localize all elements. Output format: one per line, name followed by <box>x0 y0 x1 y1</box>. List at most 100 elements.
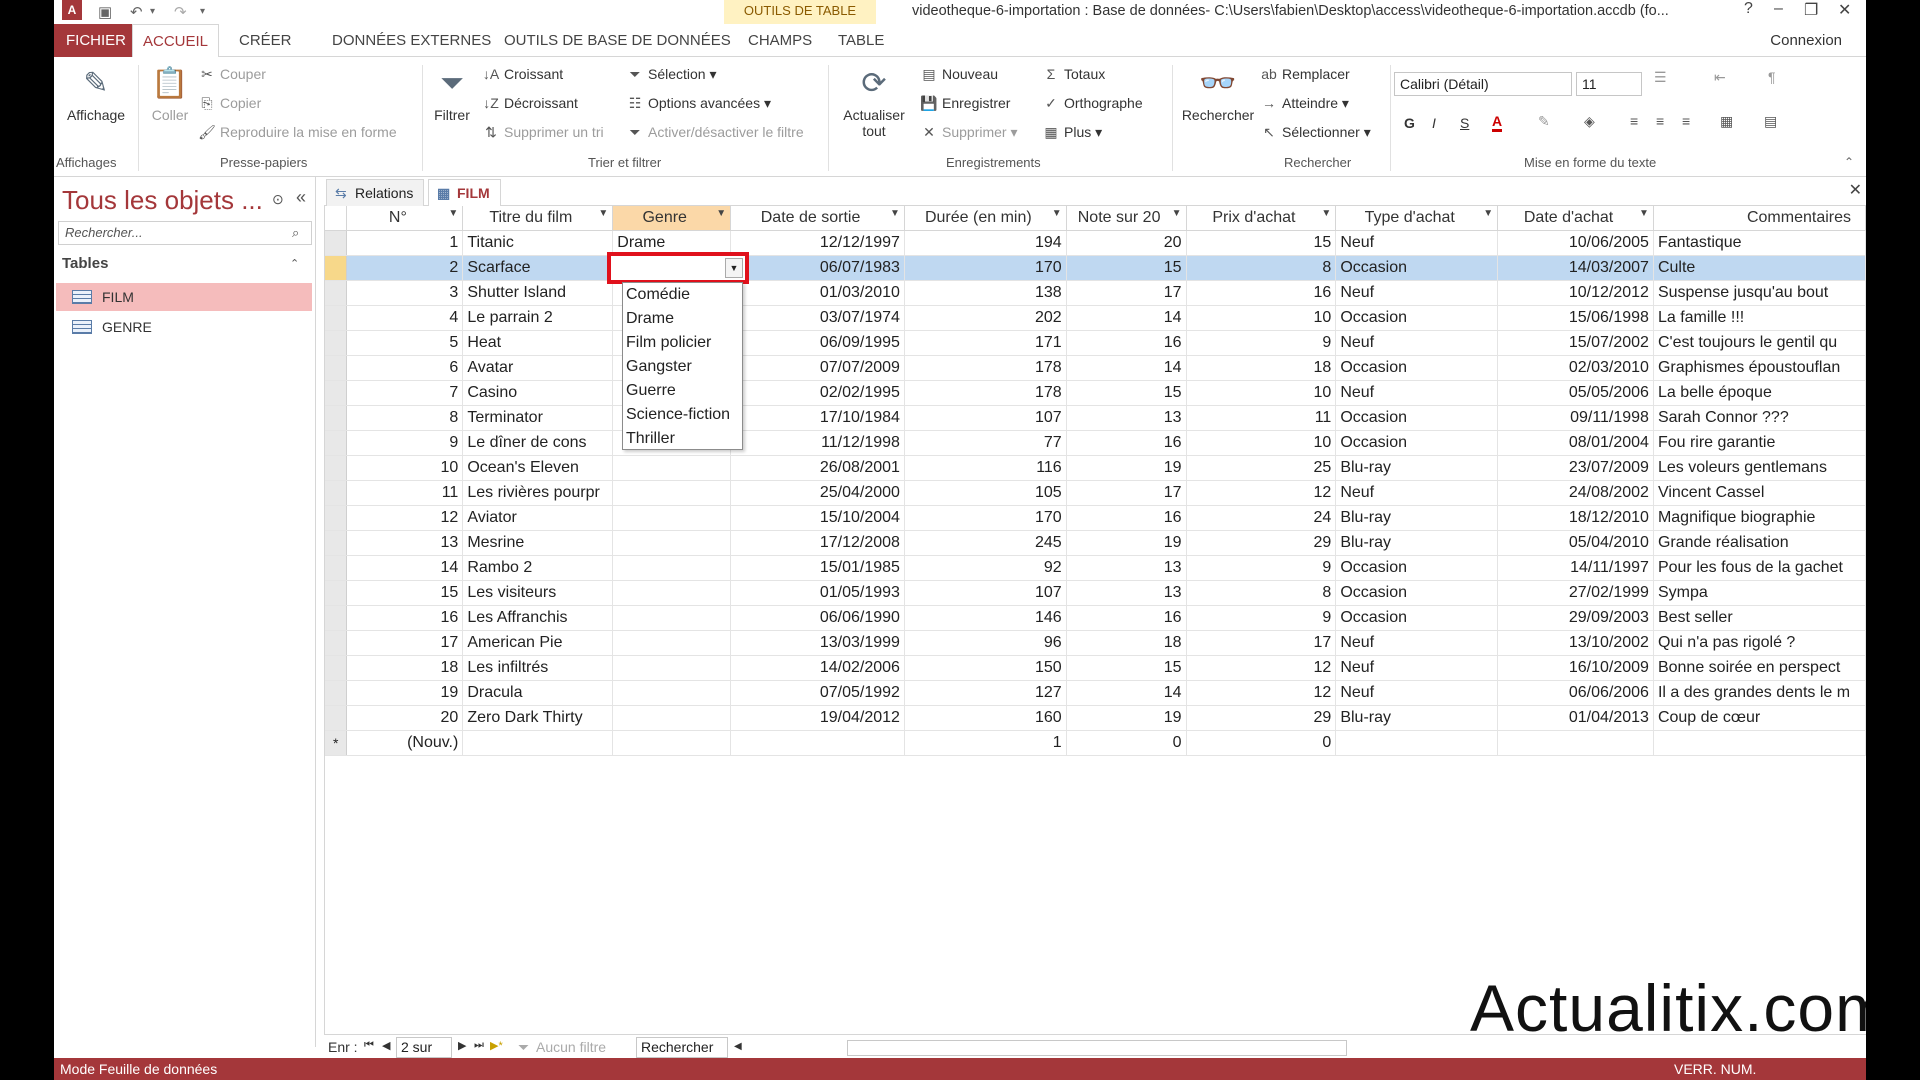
cell-date-sortie[interactable]: 02/02/1995 <box>730 380 905 406</box>
cell-type-achat[interactable]: Neuf <box>1335 480 1499 506</box>
cell-date-achat[interactable]: 15/07/2002 <box>1497 330 1654 356</box>
cell-id[interactable]: 12 <box>346 505 464 531</box>
cell-id[interactable]: 16 <box>346 605 464 631</box>
close-window-icon[interactable]: ✕ <box>1838 0 1851 20</box>
gridlines-icon[interactable]: ▦ <box>1720 113 1733 130</box>
cell-date-sortie[interactable]: 06/06/1990 <box>730 605 905 631</box>
cell-commentaires[interactable]: Vincent Cassel <box>1653 480 1866 506</box>
cell-titre[interactable]: Le dîner de cons <box>462 430 614 456</box>
cell-commentaires[interactable]: Culte <box>1653 255 1866 281</box>
cell-note[interactable]: 15 <box>1066 380 1187 406</box>
table-row[interactable]: 12 Aviator 15/10/2004 170 16 24 Blu-ray 18/12/2… <box>325 505 1866 531</box>
cell-date-sortie[interactable]: 07/07/2009 <box>730 355 905 381</box>
cell-date-sortie[interactable]: 06/09/1995 <box>730 330 905 356</box>
dropdown-option[interactable]: Gangster <box>623 355 742 379</box>
record-search-input[interactable]: Rechercher <box>636 1037 728 1058</box>
cell-prix[interactable]: 12 <box>1186 655 1337 681</box>
chevron-down-icon[interactable]: ▼ <box>1052 208 1062 219</box>
copier-button[interactable]: ⎘ Copier <box>198 95 261 112</box>
table-row[interactable]: 11 Les rivières pourpr 25/04/2000 105 17 12 Ne… <box>325 480 1866 506</box>
chevron-down-icon[interactable]: ▼ <box>716 208 726 219</box>
cell-id[interactable]: 13 <box>346 530 464 556</box>
nav-menu-chevron-icon[interactable]: ⊙ <box>272 191 284 208</box>
row-selector[interactable] <box>325 705 348 731</box>
cell-type-achat[interactable]: Neuf <box>1335 280 1499 306</box>
chevron-down-icon[interactable]: ▼ <box>1321 208 1331 219</box>
options-avancees-button[interactable]: ☷ Options avancées ▾ <box>626 95 771 112</box>
cell-note[interactable]: 14 <box>1066 355 1187 381</box>
cell-duree[interactable]: 160 <box>904 705 1067 731</box>
cell-genre[interactable] <box>612 505 732 531</box>
font-size-select[interactable]: 11 <box>1576 72 1642 96</box>
table-row[interactable]: 20 Zero Dark Thirty 19/04/2012 160 19 29 Blu-r… <box>325 705 1866 731</box>
cell-note[interactable]: 15 <box>1066 255 1187 281</box>
cell-date-achat[interactable]: 05/04/2010 <box>1497 530 1654 556</box>
combo-dropdown-button[interactable]: ▼ <box>725 258 743 278</box>
first-record-icon[interactable]: ⏮ <box>364 1039 374 1052</box>
cell-date-sortie[interactable]: 17/10/1984 <box>730 405 905 431</box>
selection-button[interactable]: ⏷ Sélection ▾ <box>626 66 716 83</box>
cell-id[interactable]: 3 <box>346 280 464 306</box>
decroissant-button[interactable]: ↓Z Décroissant <box>482 95 578 111</box>
col-header-id[interactable]: N° ▼ <box>346 206 464 231</box>
row-selector[interactable] <box>325 480 348 506</box>
row-selector[interactable] <box>325 655 348 681</box>
cell-genre[interactable] <box>612 580 732 606</box>
cell-genre[interactable] <box>612 705 732 731</box>
cell-prix[interactable]: 12 <box>1186 680 1337 706</box>
cell-commentaires[interactable]: Magnifique biographie <box>1653 505 1866 531</box>
cell-id[interactable]: 10 <box>346 455 464 481</box>
cell-id[interactable]: 1 <box>346 230 464 256</box>
cell-commentaires[interactable]: Graphismes époustouflan <box>1653 355 1866 381</box>
cell-type-achat[interactable]: Blu-ray <box>1335 705 1499 731</box>
search-icon[interactable]: ⌕ <box>292 225 299 241</box>
dropdown-option[interactable]: Science-fiction <box>623 403 742 427</box>
cell-genre[interactable] <box>612 730 732 756</box>
cell-date-sortie[interactable]: 07/05/1992 <box>730 680 905 706</box>
filtrer-button[interactable]: ⏷ Filtrer <box>426 65 478 123</box>
table-row[interactable]: 17 American Pie 13/03/1999 96 18 17 Neuf 13/10/… <box>325 630 1866 656</box>
collapse-ribbon-icon[interactable]: ⌃ <box>1844 155 1854 169</box>
cell-date-achat[interactable]: 18/12/2010 <box>1497 505 1654 531</box>
align-left-icon[interactable]: ≡ <box>1630 113 1638 129</box>
cell-date-achat[interactable]: 06/06/2006 <box>1497 680 1654 706</box>
cell-type-achat[interactable]: Blu-ray <box>1335 455 1499 481</box>
chevron-down-icon[interactable]: ▼ <box>598 208 608 219</box>
cell-date-achat[interactable] <box>1497 730 1654 756</box>
customize-qat-icon[interactable]: ▾ <box>200 6 205 17</box>
cell-titre[interactable]: Dracula <box>462 680 614 706</box>
cell-commentaires[interactable]: Best seller <box>1653 605 1866 631</box>
cell-titre[interactable]: Les rivières pourpr <box>462 480 614 506</box>
cell-commentaires[interactable]: Pour les fous de la gachet <box>1653 555 1866 581</box>
cell-type-achat[interactable]: Neuf <box>1335 655 1499 681</box>
cell-titre[interactable]: Les infiltrés <box>462 655 614 681</box>
tab-outils-base-donnees[interactable]: OUTILS DE BASE DE DONNÉES <box>494 24 741 57</box>
cell-duree[interactable]: 178 <box>904 355 1067 381</box>
cell-prix[interactable]: 8 <box>1186 255 1337 281</box>
chevron-down-icon[interactable]: ▼ <box>1172 208 1182 219</box>
table-row[interactable]: 16 Les Affranchis 06/06/1990 146 16 9 Occasion… <box>325 605 1866 631</box>
cell-genre[interactable] <box>612 680 732 706</box>
affichage-button[interactable]: ✎ Affichage <box>66 65 126 123</box>
cell-id[interactable]: 14 <box>346 555 464 581</box>
cell-duree[interactable]: 170 <box>904 505 1067 531</box>
cell-commentaires[interactable]: Fou rire garantie <box>1653 430 1866 456</box>
col-header-titre[interactable]: Titre du film ▼ <box>462 206 614 231</box>
cell-note[interactable]: 18 <box>1066 630 1187 656</box>
cell-prix[interactable]: 11 <box>1186 405 1337 431</box>
table-row[interactable]: 15 Les visiteurs 01/05/1993 107 13 8 Occasion 2… <box>325 580 1866 606</box>
nav-search-input[interactable]: Rechercher... <box>58 221 312 245</box>
row-selector[interactable] <box>325 605 348 631</box>
cell-titre[interactable]: Rambo 2 <box>462 555 614 581</box>
horizontal-scrollbar[interactable] <box>847 1040 1347 1056</box>
cell-duree[interactable]: 116 <box>904 455 1067 481</box>
cell-id[interactable]: 4 <box>346 305 464 331</box>
collapse-nav-icon[interactable]: « <box>296 187 306 208</box>
reproduire-button[interactable]: 🖌 Reproduire la mise en forme <box>198 124 397 141</box>
cell-type-achat[interactable]: Occasion <box>1335 555 1499 581</box>
nouveau-button[interactable]: ▤ Nouveau <box>920 66 998 83</box>
chevron-down-icon[interactable]: ▼ <box>448 208 458 219</box>
col-header-genre[interactable]: Genre ▼ <box>612 206 732 231</box>
cell-titre[interactable]: Titanic <box>462 230 614 256</box>
cell-duree[interactable]: 107 <box>904 580 1067 606</box>
